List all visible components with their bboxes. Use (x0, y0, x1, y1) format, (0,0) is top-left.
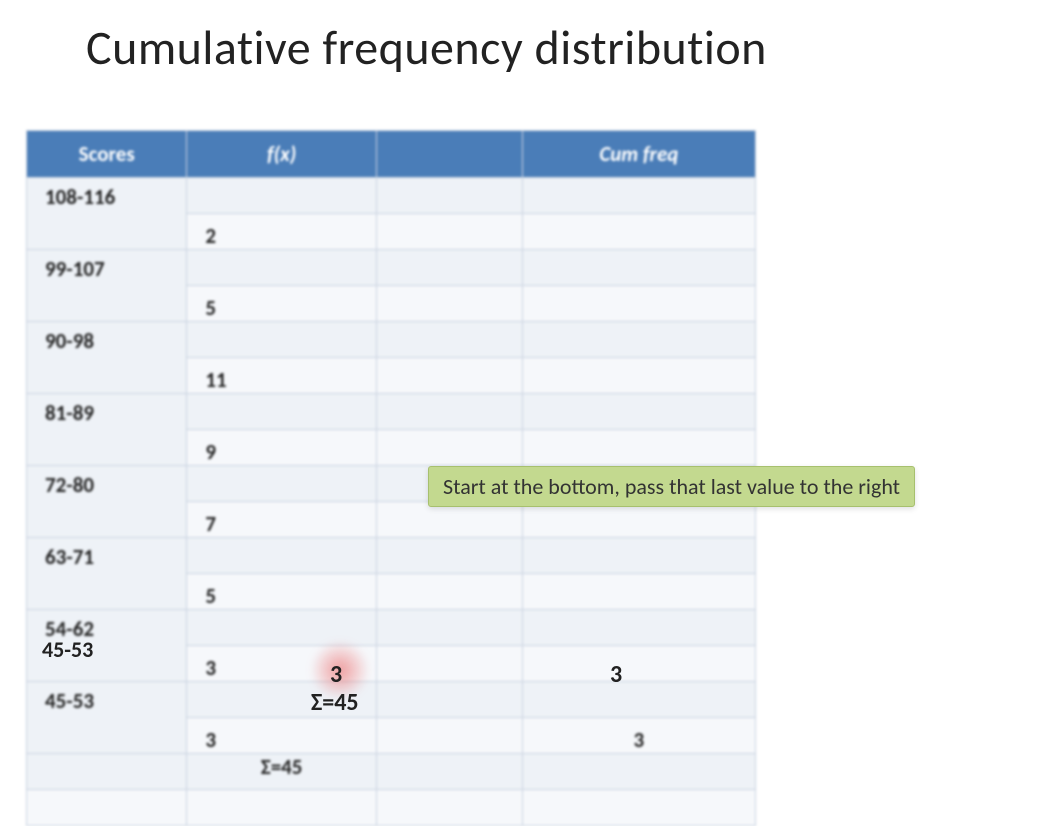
cell-cf (522, 286, 755, 322)
cell-blank (376, 430, 522, 466)
cell-blank (376, 250, 522, 286)
table-row: 99-107 (27, 250, 756, 286)
cell-cf (522, 322, 755, 358)
cell-cf (522, 610, 755, 646)
cell-fx: 3 (187, 646, 377, 682)
cell-cf (522, 754, 755, 790)
cell-cf: 3 (522, 718, 755, 754)
cell-fx: 2 (187, 214, 377, 250)
cell-cf (522, 682, 755, 718)
col-scores: Scores (27, 131, 187, 178)
cell-blank (376, 646, 522, 682)
page-title: Cumulative frequency distribution (86, 18, 767, 77)
cell-cf (522, 178, 755, 214)
cell-score: 99-107 (27, 250, 187, 322)
cell-blank (376, 754, 522, 790)
cell-cf (522, 358, 755, 394)
cell-cf (522, 646, 755, 682)
cell-score (27, 754, 187, 790)
cell-blank (376, 394, 522, 430)
callout-bubble: Start at the bottom, pass that last valu… (428, 466, 915, 507)
cell-fx (187, 394, 377, 430)
table-row: 81-89 (27, 394, 756, 430)
cell-cf (522, 214, 755, 250)
cell-fx: 9 (187, 430, 377, 466)
cell-cf (522, 790, 755, 826)
cell-sum: Σ=45 (187, 754, 377, 790)
table-header-row: Scores f(x) Cum freq (27, 131, 756, 178)
cell-score: 108-116 (27, 178, 187, 250)
cell-blank (376, 610, 522, 646)
cell-fx: 11 (187, 358, 377, 394)
table-sum-row: Σ=45 (27, 754, 756, 790)
cell-blank (376, 286, 522, 322)
cell-blank (376, 178, 522, 214)
cell-fx (187, 250, 377, 286)
cell-score: 72-80 (27, 466, 187, 538)
cell-fx (187, 322, 377, 358)
cell-fx (187, 178, 377, 214)
cell-blank (376, 538, 522, 574)
cell-cf (522, 394, 755, 430)
cell-fx (187, 466, 377, 502)
cell-score: 81-89 (27, 394, 187, 466)
table-row: 54-62 (27, 610, 756, 646)
cell-cf (522, 574, 755, 610)
cell-score: 90-98 (27, 322, 187, 394)
cell-score: 54-62 (27, 610, 187, 682)
cell-blank (376, 214, 522, 250)
cell-fx: 7 (187, 502, 377, 538)
cell-blank (376, 682, 522, 718)
cell-blank (376, 790, 522, 826)
cell-fx (187, 610, 377, 646)
cell-fx: 5 (187, 286, 377, 322)
cell-blank (376, 574, 522, 610)
table-row: 108-116 (27, 178, 756, 214)
cell-blank (376, 322, 522, 358)
cell-fx: 5 (187, 574, 377, 610)
cell-cf (522, 538, 755, 574)
col-blank (376, 131, 522, 178)
col-fx: f(x) (187, 131, 377, 178)
cell-fx (187, 538, 377, 574)
cell-score: 45-53 (27, 682, 187, 754)
cell-score (27, 790, 187, 826)
cell-score: 63-71 (27, 538, 187, 610)
col-cumfreq: Cum freq (522, 131, 755, 178)
cell-blank (376, 718, 522, 754)
table-row: 90-98 (27, 322, 756, 358)
table-row: 63-71 (27, 538, 756, 574)
cell-cf (522, 250, 755, 286)
cell-cf (522, 430, 755, 466)
table-row: 45-53 (27, 682, 756, 718)
cell-fx (187, 790, 377, 826)
table-row (27, 790, 756, 826)
cell-fx (187, 682, 377, 718)
cell-blank (376, 358, 522, 394)
cell-fx: 3 (187, 718, 377, 754)
